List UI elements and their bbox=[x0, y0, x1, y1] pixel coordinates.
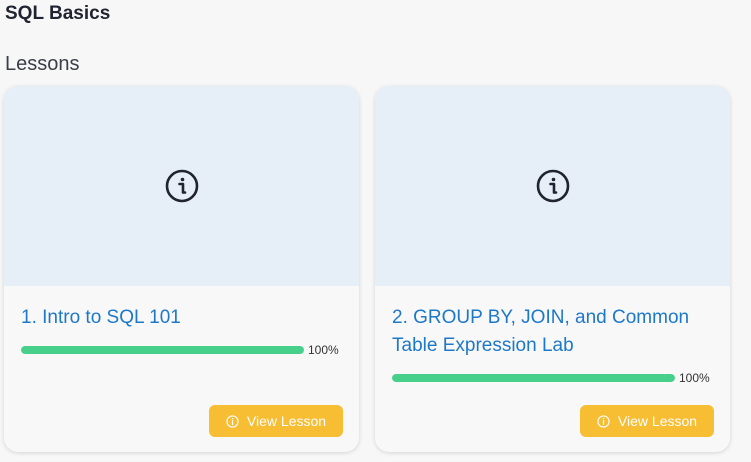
progress-percent-label: 100% bbox=[679, 371, 710, 385]
info-icon bbox=[165, 169, 198, 203]
lesson-thumbnail[interactable] bbox=[375, 86, 730, 286]
progress-bar-fill bbox=[392, 374, 675, 382]
info-icon bbox=[226, 414, 239, 428]
view-lesson-button[interactable]: View Lesson bbox=[209, 405, 343, 437]
lessons-section-label: Lessons bbox=[5, 53, 80, 75]
view-lesson-label: View Lesson bbox=[246, 413, 327, 429]
progress-bar-fill bbox=[21, 346, 304, 354]
progress-bar bbox=[21, 346, 304, 354]
lesson-title-link[interactable]: 1. Intro to SQL 101 bbox=[21, 304, 343, 332]
progress-percent-label: 100% bbox=[308, 343, 339, 357]
view-lesson-label: View Lesson bbox=[617, 413, 698, 429]
lesson-title-link[interactable]: 2. GROUP BY, JOIN, and Common Table Expr… bbox=[392, 304, 714, 360]
lesson-thumbnail[interactable] bbox=[4, 86, 359, 286]
progress-bar bbox=[392, 374, 675, 382]
info-icon bbox=[536, 169, 569, 203]
info-icon bbox=[597, 414, 610, 428]
lesson-progress: 100% bbox=[21, 343, 343, 357]
lesson-progress: 100% bbox=[392, 371, 714, 385]
lesson-card: 1. Intro to SQL 101 100% View Lesson bbox=[4, 86, 359, 452]
view-lesson-button[interactable]: View Lesson bbox=[580, 405, 714, 437]
lesson-card: 2. GROUP BY, JOIN, and Common Table Expr… bbox=[375, 86, 730, 452]
course-title: SQL Basics bbox=[5, 3, 111, 24]
